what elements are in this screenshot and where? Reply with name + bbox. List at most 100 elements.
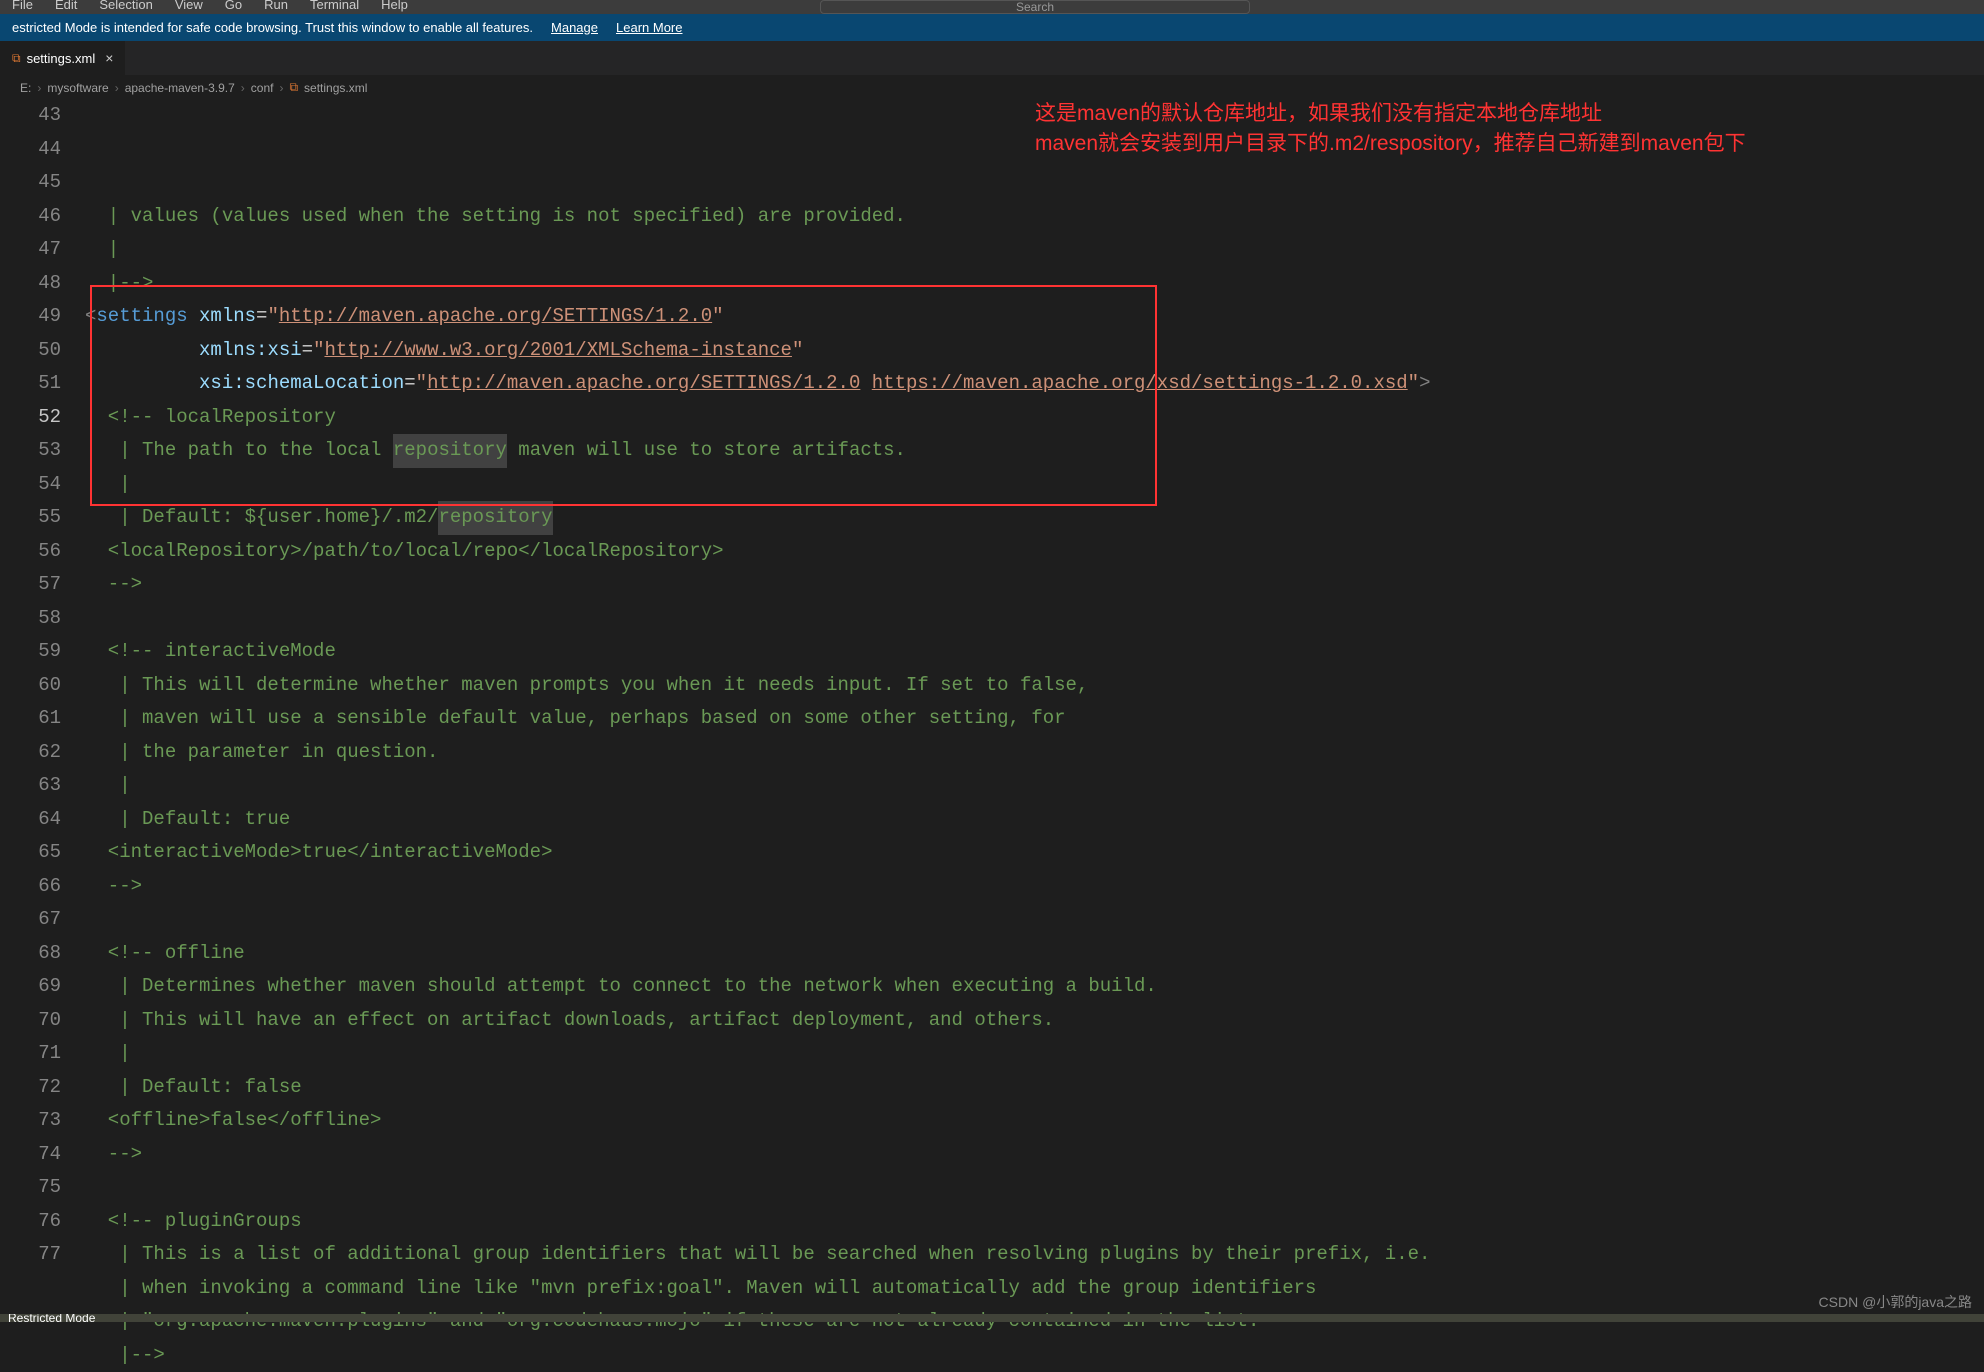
line-number: 56 bbox=[0, 535, 61, 569]
menu-item-run[interactable]: Run bbox=[260, 0, 292, 14]
code-editor[interactable]: 4344454647484950515253545556575859606162… bbox=[0, 99, 1984, 1372]
menu-item-help[interactable]: Help bbox=[377, 0, 412, 14]
code-line[interactable]: <!-- interactiveMode bbox=[85, 635, 1984, 669]
code-line[interactable]: --> bbox=[85, 568, 1984, 602]
line-number: 72 bbox=[0, 1071, 61, 1105]
line-number: 64 bbox=[0, 803, 61, 837]
line-number: 55 bbox=[0, 501, 61, 535]
menu-item-edit[interactable]: Edit bbox=[51, 0, 81, 14]
watermark: CSDN @小郭的java之路 bbox=[1819, 1292, 1972, 1312]
code-content[interactable]: 这是maven的默认仓库地址，如果我们没有指定本地仓库地址 maven就会安装到… bbox=[85, 99, 1984, 1372]
code-line[interactable] bbox=[85, 1171, 1984, 1205]
line-number: 46 bbox=[0, 200, 61, 234]
restricted-mode-status[interactable]: Restricted Mode bbox=[8, 1314, 95, 1322]
code-line[interactable]: | values (values used when the setting i… bbox=[85, 200, 1984, 234]
line-number: 65 bbox=[0, 836, 61, 870]
chevron-right-icon: › bbox=[241, 81, 245, 95]
code-line[interactable]: | Determines whether maven should attemp… bbox=[85, 970, 1984, 1004]
line-number: 61 bbox=[0, 702, 61, 736]
line-number: 51 bbox=[0, 367, 61, 401]
code-line[interactable]: | This is a list of additional group ide… bbox=[85, 1238, 1984, 1272]
menu-item-file[interactable]: File bbox=[8, 0, 37, 14]
code-line[interactable] bbox=[85, 903, 1984, 937]
code-line[interactable]: | Default: ${user.home}/.m2/repository bbox=[85, 501, 1984, 535]
line-number: 70 bbox=[0, 1004, 61, 1038]
code-line[interactable]: | when invoking a command line like "mvn… bbox=[85, 1272, 1984, 1306]
code-line[interactable]: | maven will use a sensible default valu… bbox=[85, 702, 1984, 736]
chevron-right-icon: › bbox=[279, 81, 283, 95]
code-line[interactable]: | Default: false bbox=[85, 1071, 1984, 1105]
chevron-right-icon: › bbox=[115, 81, 119, 95]
restricted-mode-bar: estricted Mode is intended for safe code… bbox=[0, 14, 1984, 41]
breadcrumb-part[interactable]: E: bbox=[20, 81, 31, 95]
line-number: 44 bbox=[0, 133, 61, 167]
line-number: 63 bbox=[0, 769, 61, 803]
close-icon[interactable]: × bbox=[105, 50, 113, 66]
code-line[interactable]: | the parameter in question. bbox=[85, 736, 1984, 770]
line-number: 49 bbox=[0, 300, 61, 334]
line-number: 71 bbox=[0, 1037, 61, 1071]
line-number: 45 bbox=[0, 166, 61, 200]
code-line[interactable]: | Default: true bbox=[85, 803, 1984, 837]
menu-item-go[interactable]: Go bbox=[221, 0, 246, 14]
line-number: 53 bbox=[0, 434, 61, 468]
line-number: 67 bbox=[0, 903, 61, 937]
code-line[interactable]: | This will have an effect on artifact d… bbox=[85, 1004, 1984, 1038]
code-line[interactable]: |--> bbox=[85, 1339, 1984, 1372]
menu-item-selection[interactable]: Selection bbox=[95, 0, 156, 14]
line-number: 73 bbox=[0, 1104, 61, 1138]
tab-label: settings.xml bbox=[27, 51, 96, 66]
code-line[interactable]: <!-- offline bbox=[85, 937, 1984, 971]
code-line[interactable]: <!-- localRepository bbox=[85, 401, 1984, 435]
code-line[interactable]: | bbox=[85, 769, 1984, 803]
search-placeholder: Search bbox=[1016, 0, 1054, 14]
code-line[interactable]: --> bbox=[85, 870, 1984, 904]
line-number: 74 bbox=[0, 1138, 61, 1172]
tab-bar: ⧉ settings.xml × bbox=[0, 41, 1984, 76]
learn-more-link[interactable]: Learn More bbox=[616, 20, 682, 35]
code-line[interactable]: --> bbox=[85, 1138, 1984, 1172]
line-number: 76 bbox=[0, 1205, 61, 1239]
line-number: 69 bbox=[0, 970, 61, 1004]
line-number: 47 bbox=[0, 233, 61, 267]
menu-item-view[interactable]: View bbox=[171, 0, 207, 14]
code-line[interactable]: xmlns:xsi="http://www.w3.org/2001/XMLSch… bbox=[85, 334, 1984, 368]
code-line[interactable]: <localRepository>/path/to/local/repo</lo… bbox=[85, 535, 1984, 569]
red-annotation: 这是maven的默认仓库地址，如果我们没有指定本地仓库地址 maven就会安装到… bbox=[1035, 99, 1746, 159]
code-line[interactable]: | bbox=[85, 468, 1984, 502]
code-line[interactable]: <!-- pluginGroups bbox=[85, 1205, 1984, 1239]
line-number: 59 bbox=[0, 635, 61, 669]
code-line[interactable]: xsi:schemaLocation="http://maven.apache.… bbox=[85, 367, 1984, 401]
code-line[interactable] bbox=[85, 602, 1984, 636]
code-line[interactable]: | bbox=[85, 233, 1984, 267]
breadcrumb-part[interactable]: mysoftware bbox=[47, 81, 108, 95]
code-line[interactable]: <interactiveMode>true</interactiveMode> bbox=[85, 836, 1984, 870]
status-bar: Restricted Mode bbox=[0, 1314, 1984, 1322]
line-number-gutter: 4344454647484950515253545556575859606162… bbox=[0, 99, 85, 1372]
code-line[interactable]: | The path to the local repository maven… bbox=[85, 434, 1984, 468]
line-number: 43 bbox=[0, 99, 61, 133]
line-number: 75 bbox=[0, 1171, 61, 1205]
line-number: 68 bbox=[0, 937, 61, 971]
code-line[interactable]: <offline>false</offline> bbox=[85, 1104, 1984, 1138]
line-number: 57 bbox=[0, 568, 61, 602]
tab-settings-xml[interactable]: ⧉ settings.xml × bbox=[0, 41, 126, 75]
code-line[interactable]: |--> bbox=[85, 267, 1984, 301]
breadcrumb-part[interactable]: apache-maven-3.9.7 bbox=[125, 81, 235, 95]
line-number: 48 bbox=[0, 267, 61, 301]
line-number: 62 bbox=[0, 736, 61, 770]
line-number: 50 bbox=[0, 334, 61, 368]
manage-link[interactable]: Manage bbox=[551, 20, 598, 35]
breadcrumb-part[interactable]: conf bbox=[251, 81, 274, 95]
menu-item-terminal[interactable]: Terminal bbox=[306, 0, 363, 14]
notification-text: estricted Mode is intended for safe code… bbox=[12, 20, 533, 35]
code-line[interactable]: | bbox=[85, 1037, 1984, 1071]
breadcrumb[interactable]: E:›mysoftware›apache-maven-3.9.7›conf›⧉ … bbox=[0, 76, 1984, 99]
line-number: 66 bbox=[0, 870, 61, 904]
code-line[interactable]: | This will determine whether maven prom… bbox=[85, 669, 1984, 703]
code-line[interactable]: <settings xmlns="http://maven.apache.org… bbox=[85, 300, 1984, 334]
xml-icon: ⧉ bbox=[289, 80, 298, 95]
line-number: 60 bbox=[0, 669, 61, 703]
breadcrumb-part[interactable]: settings.xml bbox=[304, 81, 367, 95]
search-input[interactable]: Search bbox=[820, 0, 1250, 14]
